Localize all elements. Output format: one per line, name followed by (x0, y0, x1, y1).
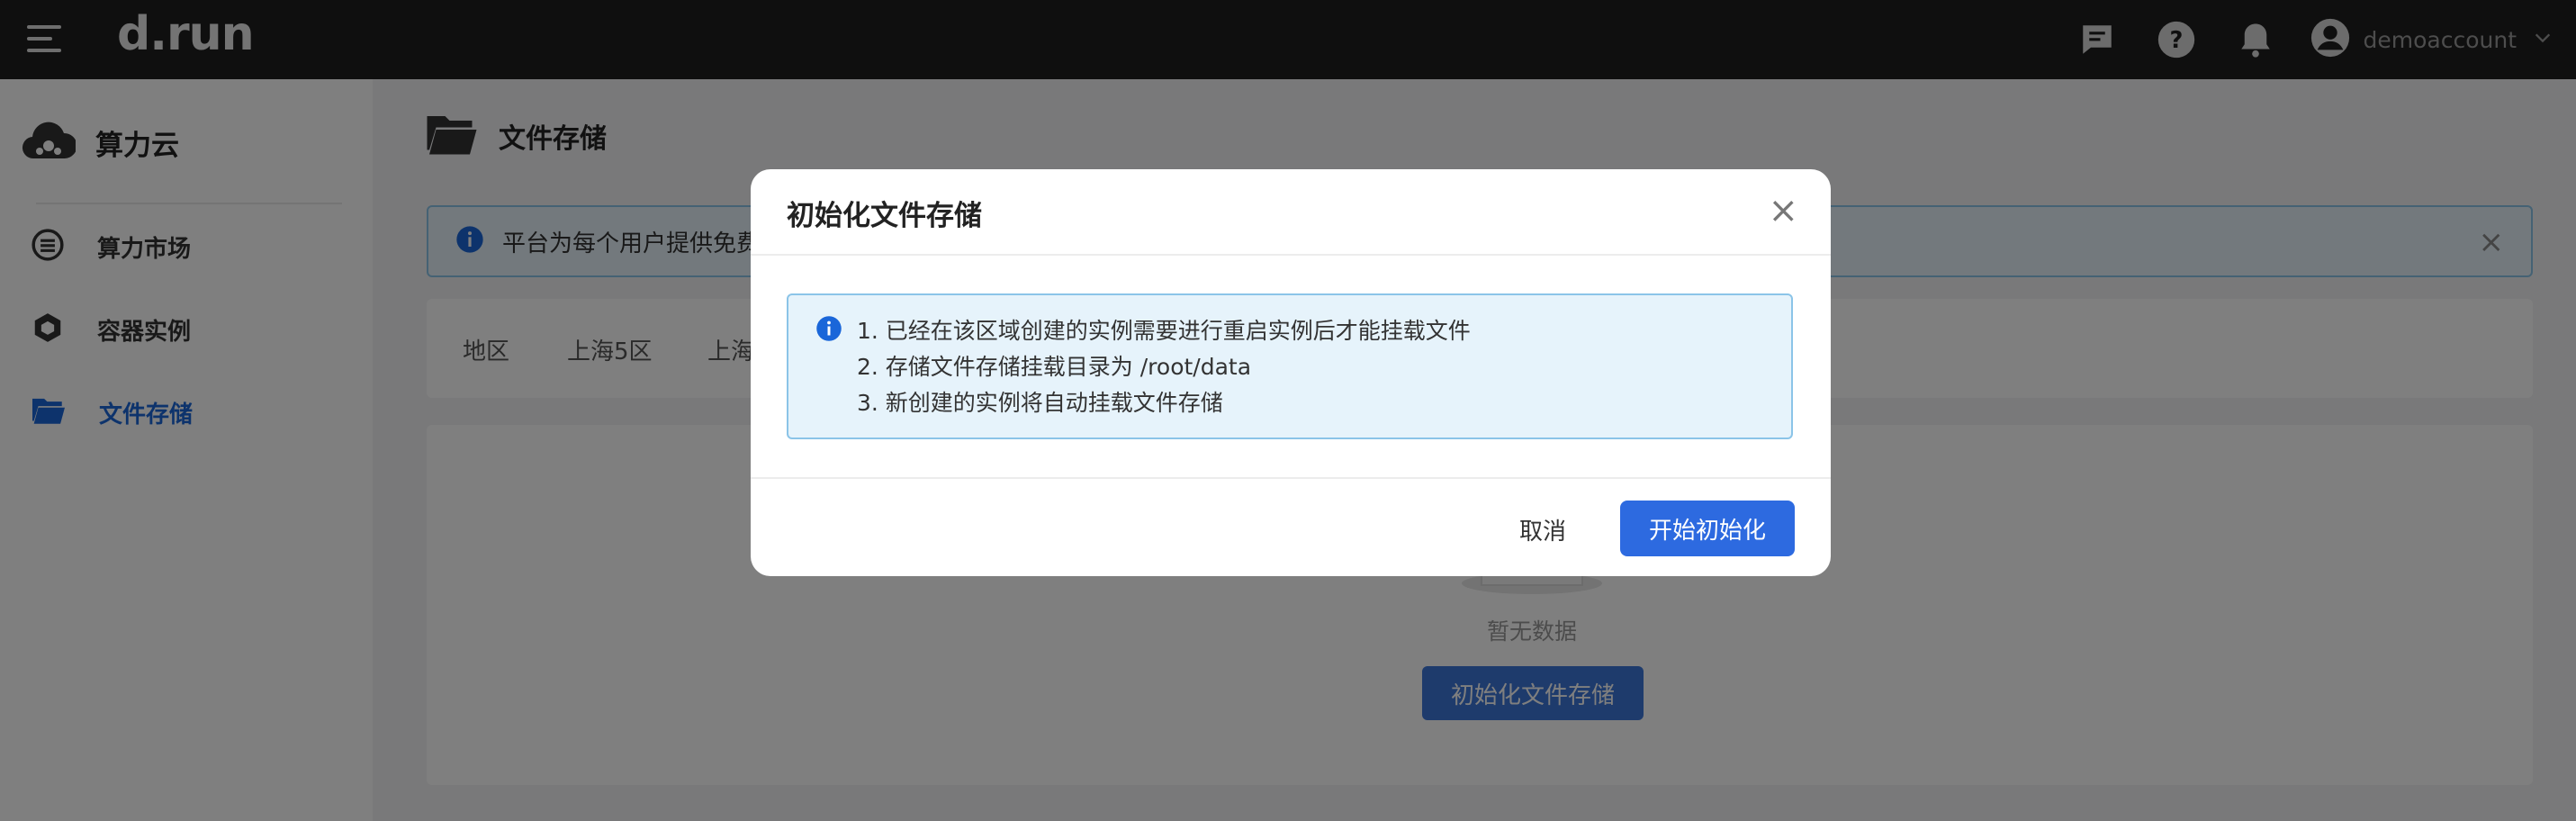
dialog-footer: 取消 开始初始化 (751, 477, 1831, 576)
info-line: 3. 新创建的实例将自动挂载文件存储 (857, 390, 1223, 416)
start-init-button[interactable]: 开始初始化 (1620, 501, 1795, 556)
info-icon (815, 315, 842, 346)
dialog-info-box: 1. 已经在该区域创建的实例需要进行重启实例后才能挂载文件 2. 存储文件存储挂… (787, 293, 1793, 439)
dialog-header: 初始化文件存储 × (751, 169, 1831, 256)
info-line: 1. 已经在该区域创建的实例需要进行重启实例后才能挂载文件 (857, 318, 1471, 344)
dialog-title: 初始化文件存储 (787, 200, 982, 232)
cancel-button[interactable]: 取消 (1498, 502, 1588, 556)
init-storage-dialog: 初始化文件存储 × 1. 已经在该区域创建的实例需要进行重启实例后才能挂载文件 … (751, 169, 1831, 576)
close-icon[interactable]: × (1768, 191, 1798, 230)
info-line: 2. 存储文件存储挂载目录为 /root/data (857, 354, 1252, 380)
